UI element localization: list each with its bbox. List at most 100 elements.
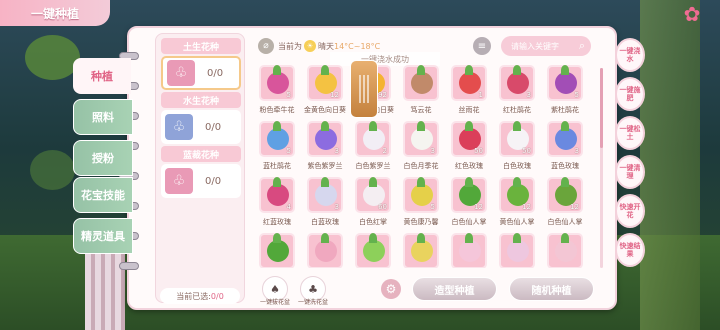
seed-count: 5 [574,91,579,99]
sprout-icon [321,233,329,243]
sprout-icon [321,121,329,131]
seed-slot[interactable]: 4 [259,177,295,213]
flower-type-card[interactable]: 水生花种 ♧ 0/0 [161,92,241,144]
seed-label: 白色月季花 [403,162,439,170]
seed-slot[interactable] [451,233,487,268]
seed-label: 丝雨花 [458,106,480,114]
search-icon[interactable]: ⌕ [579,39,585,53]
background-pillar [640,0,700,330]
search-input[interactable]: 请输入关键字 ⌕ [501,36,591,56]
flower-type-count: 0/0 [207,67,224,79]
seed-slot[interactable]: 3 [307,177,343,213]
seed-slot[interactable] [499,233,535,268]
seed-slot[interactable]: 3 [403,121,439,157]
seed-slot[interactable] [403,233,439,268]
random-plant-button[interactable]: 随机种植 [509,277,594,301]
tab-flower-pet-skills[interactable]: 花宝技能 [73,177,133,213]
flower-type-name: 水生花种 [161,92,241,108]
flower-type-body[interactable]: ♧ 0/0 [161,164,241,198]
seed-label: 红杜鹃花 [503,106,531,114]
seed-slot[interactable]: 12 [451,177,487,213]
seed-count: 12 [522,203,531,211]
sort-button[interactable]: ≡ [473,37,491,55]
seed-bag-icon: ♧ [167,60,195,86]
seed-label: 白色红掌 [359,218,387,226]
seed-slot[interactable]: 12 [547,177,583,213]
seed-label: 粉色牵牛花 [259,106,295,114]
tool-label: 一键洗花盆 [297,299,328,306]
seed-count: 3 [526,91,531,99]
seed-slot[interactable]: 60 [355,177,391,213]
tool-label: 一键拔花盆 [259,299,290,306]
seed-slot[interactable]: 5 [259,121,295,157]
sprout-icon [561,121,569,131]
flower-type-card[interactable]: 土生花种 ♧ 0/0 [161,38,241,90]
tab-spirit-items[interactable]: 精灵道具 [73,218,133,254]
seed-slot[interactable] [259,233,295,268]
seed-slot[interactable] [355,233,391,268]
seed-icon [507,240,529,262]
side-action-button[interactable]: 快速结果 [615,233,645,267]
seed-label: 白蓝玫瑰 [311,218,339,226]
flower-type-body[interactable]: ♧ 0/0 [161,110,241,144]
seed-slot[interactable]: 12 [307,65,343,101]
scrollbar-thumb[interactable] [600,68,603,148]
seed-slot[interactable]: 3 [547,121,583,157]
sprout-icon [417,65,425,75]
seed-slot[interactable]: 12 [499,177,535,213]
seed-slot[interactable]: 2 [355,121,391,157]
side-action-button[interactable]: 一键松土 [615,116,645,150]
seed-icon [411,72,433,94]
seed-slot[interactable]: 5 [547,65,583,101]
seed-slot[interactable]: 50 [499,121,535,157]
seed-icon [555,240,577,262]
seed-icon [315,240,337,262]
background-leaf [25,35,80,80]
tab-care[interactable]: 照料 [73,99,133,135]
scrollbar[interactable] [600,68,603,268]
tab-pollinate[interactable]: 授粉 [73,140,133,176]
selected-label: 当前已选: [176,291,211,301]
flower-type-card[interactable]: 蓝裁花种 ♧ 0/0 [161,146,241,198]
seed-grid: 5粉色牵牛花12金黄色向日葵92金黄色向日葵笃云花1丝雨花3红杜鹃花5紫杜鹃花5… [257,63,597,268]
flower-type-name: 蓝裁花种 [161,146,241,162]
sprout-icon [561,65,569,75]
seed-slot[interactable] [307,233,343,268]
seed-slot[interactable]: 3 [499,65,535,101]
seed-slot[interactable]: 3 [307,121,343,157]
sprout-icon [465,233,473,243]
close-flower-icon[interactable]: ✿ [678,2,706,26]
seed-label: 笃云花 [410,106,432,114]
forecast-label: 当前为 [278,41,302,51]
seed-label: 蓝杜鹃花 [263,162,291,170]
sprout-icon [561,177,569,187]
seed-count: 5 [286,91,291,99]
seed-label: 紫色紫罗兰 [307,162,343,170]
seed-slot[interactable]: 50 [451,121,487,157]
side-action-button[interactable]: 一键清理 [615,155,645,189]
flower-type-body[interactable]: ♧ 0/0 [161,56,241,90]
page-title: 一键种植 [0,0,110,26]
seed-slot[interactable] [403,65,439,101]
seed-label: 白色仙人掌 [547,218,583,226]
seed-count: 5 [430,203,435,211]
model-plant-button[interactable]: 造型种植 [412,277,497,301]
tab-plant[interactable]: 种植 [73,58,131,94]
seed-count: 50 [474,147,483,155]
seed-slot[interactable]: 5 [259,65,295,101]
side-action-button[interactable]: 快速开花 [615,194,645,228]
side-action-button[interactable]: 一键浇水 [615,38,645,72]
sprout-icon [417,233,425,243]
seed-slot[interactable]: 1 [451,65,487,101]
sprout-icon [369,121,377,131]
seed-slot[interactable] [547,233,583,268]
seed-bag-icon: ♧ [165,114,193,140]
gear-icon[interactable]: ⚙ [381,279,401,299]
side-action-button[interactable]: 一键施肥 [615,77,645,111]
sprout-icon [273,65,281,75]
selected-value: 0/0 [210,291,224,301]
flower-type-count: 0/0 [205,121,222,133]
search-placeholder: 请输入关键字 [511,41,559,51]
seed-count: 1 [478,91,483,99]
seed-slot[interactable]: 5 [403,177,439,213]
